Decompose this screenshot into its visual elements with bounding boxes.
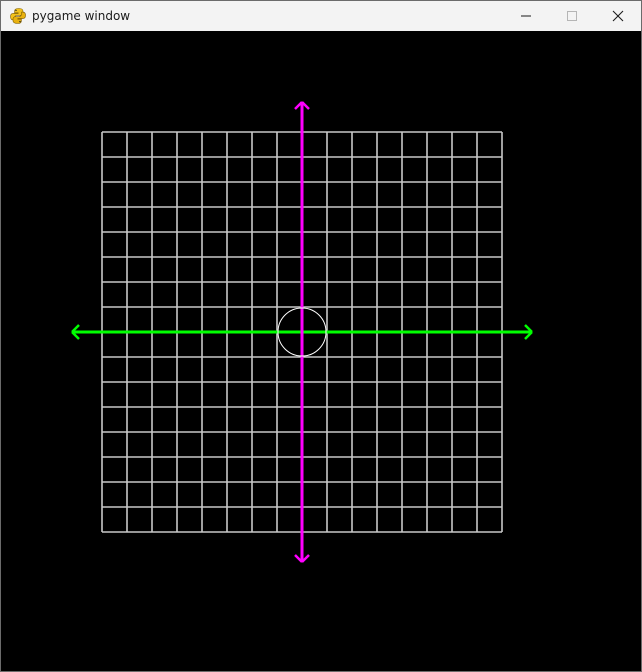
window-title: pygame window: [32, 9, 131, 23]
title-bar[interactable]: pygame window: [1, 1, 641, 31]
pygame-canvas[interactable]: [1, 31, 641, 671]
close-button[interactable]: [595, 1, 641, 31]
scene-drawing: [71, 101, 533, 563]
minimize-icon: [521, 15, 531, 17]
pygame-snake-icon: [10, 8, 26, 24]
close-icon: [612, 10, 624, 22]
maximize-icon: [567, 11, 577, 21]
minimize-button[interactable]: [503, 1, 549, 31]
maximize-button[interactable]: [549, 1, 595, 31]
axes: [71, 101, 533, 563]
pygame-window: pygame window: [0, 0, 642, 672]
